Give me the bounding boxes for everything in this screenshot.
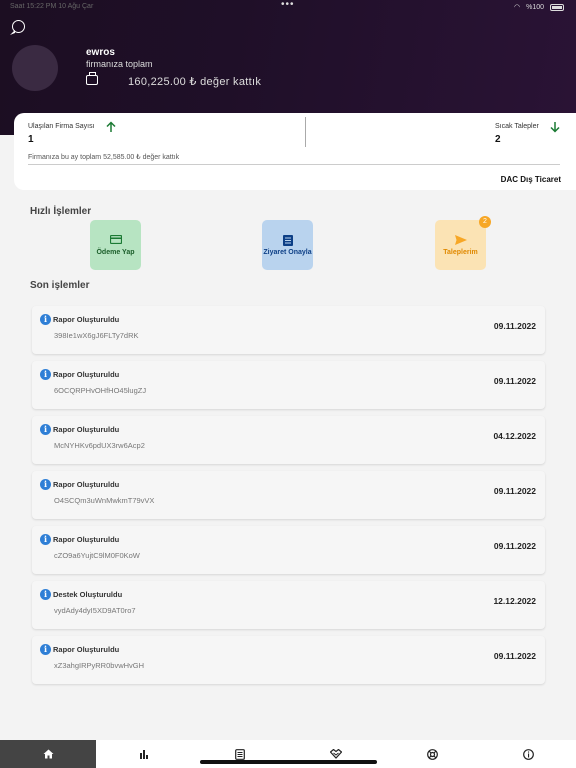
item-date: 09.11.2022 [493,651,536,661]
item-code: 6OCQRPHvOHfHO45lugZJ [54,386,147,395]
tab-support[interactable] [384,740,480,768]
stats-hr [28,164,560,165]
item-date: 12.12.2022 [493,596,536,606]
avatar[interactable] [12,45,58,91]
pay-label: Ödeme Yap [96,249,135,256]
reached-value: 1 [28,134,34,145]
item-date: 09.11.2022 [493,321,536,331]
item-title: Rapor Oluşturuldu [53,480,120,489]
battery-label: %100 [526,3,544,11]
item-code: 398Ie1wX6gJ6FLTy7dRK [54,331,139,340]
stats-card: Ulaşılan Firma Sayısı 1 Sıcak Talepler 2… [14,113,576,190]
item-title: Rapor Oluşturuldu [53,370,120,379]
multitask-dots[interactable]: ••• [281,0,295,10]
item-code: xZ3ahgIRPyRR0bvwHvGH [54,661,145,670]
requests-label: Taleplerim [443,249,478,256]
item-title: Rapor Oluşturuldu [53,535,120,544]
list-item[interactable]: i Rapor Oluşturuldu McNYHKv6pdUX3rw6Acp2… [32,416,545,464]
arrow-up-icon [106,121,116,132]
info-icon: i [40,644,51,655]
recent-title: Son işlemler [30,280,90,291]
list-item[interactable]: i Destek Oluşturuldu vydAdy4dyI5XD9AT0ro… [32,581,545,629]
info-icon: i [40,424,51,435]
visit-approve-label: Ziyaret Onayla [263,249,312,256]
total-value: 160,225.00 ₺ değer kattık [128,76,262,88]
hot-value: 2 [495,134,501,145]
list-item[interactable]: i Rapor Oluşturuldu O4SCQm3uWnMwkmT79vVX… [32,471,545,519]
hot-label: Sıcak Talepler [495,123,539,130]
bar-chart-icon [140,750,148,759]
home-indicator[interactable] [200,760,377,764]
briefcase-icon [86,72,98,85]
item-title: Rapor Oluşturuldu [53,645,120,654]
wifi-icon: ◠ [513,4,521,11]
status-time: Saat 15:22 PM 10 Ağu Çar [10,3,94,10]
firm-name[interactable]: DAC Dış Ticaret [501,175,561,184]
battery-icon [550,3,564,11]
item-date: 09.11.2022 [493,541,536,551]
item-date: 04.12.2022 [493,431,536,441]
quick-actions-title: Hızlı İşlemler [30,206,92,217]
item-code: vydAdy4dyI5XD9AT0ro7 [54,606,136,615]
month-note: Firmanıza bu ay toplam 52,585.00 ₺ değer… [28,154,180,161]
document-icon [235,748,245,760]
list-item[interactable]: i Rapor Oluşturuldu 398Ie1wX6gJ6FLTy7dRK… [32,306,545,354]
item-code: cZO9a6YujtC9lM0F0KoW [54,551,140,560]
home-icon [43,749,53,759]
requests-badge: 2 [479,216,491,228]
item-date: 09.11.2022 [493,486,536,496]
credit-card-icon [109,235,122,244]
info-icon [522,748,534,760]
tab-stats[interactable] [96,740,192,768]
requests-button[interactable]: 2 Taleplerim [435,216,491,270]
profile-subtitle: firmanıza toplam [86,59,153,69]
list-item[interactable]: i Rapor Oluşturuldu 6OCQRPHvOHfHO45lugZJ… [32,361,545,409]
handshake-icon [330,749,342,759]
info-icon: i [40,369,51,380]
item-title: Rapor Oluşturuldu [53,315,120,324]
item-code: McNYHKv6pdUX3rw6Acp2 [54,441,145,450]
item-title: Destek Oluşturuldu [53,590,123,599]
stats-divider [305,117,306,147]
list-item[interactable]: i Rapor Oluşturuldu xZ3ahgIRPyRR0bvwHvGH… [32,636,545,684]
list-item[interactable]: i Rapor Oluşturuldu cZO9a6YujtC9lM0F0KoW… [32,526,545,574]
info-icon: i [40,479,51,490]
reached-label: Ulaşılan Firma Sayısı [28,123,95,130]
support-icon [426,748,438,760]
transaction-list: i Rapor Oluşturuldu 398Ie1wX6gJ6FLTy7dRK… [32,306,545,691]
list-icon [282,235,293,246]
send-icon [454,235,467,245]
status-right: ◠ %100 [514,3,564,11]
arrow-down-icon [550,122,560,133]
info-icon: i [40,589,51,600]
item-title: Rapor Oluşturuldu [53,425,120,434]
tab-info[interactable] [480,740,576,768]
username: ewros [86,47,115,58]
tab-home[interactable] [0,740,96,768]
visit-approve-button[interactable]: Ziyaret Onayla [262,220,313,270]
pay-button[interactable]: Ödeme Yap [90,220,141,270]
info-icon: i [40,314,51,325]
info-icon: i [40,534,51,545]
whatsapp-icon[interactable] [12,20,25,33]
status-bar: Saat 15:22 PM 10 Ağu Çar ••• ◠ %100 [0,0,576,14]
item-date: 09.11.2022 [493,376,536,386]
item-code: O4SCQm3uWnMwkmT79vVX [54,496,155,505]
